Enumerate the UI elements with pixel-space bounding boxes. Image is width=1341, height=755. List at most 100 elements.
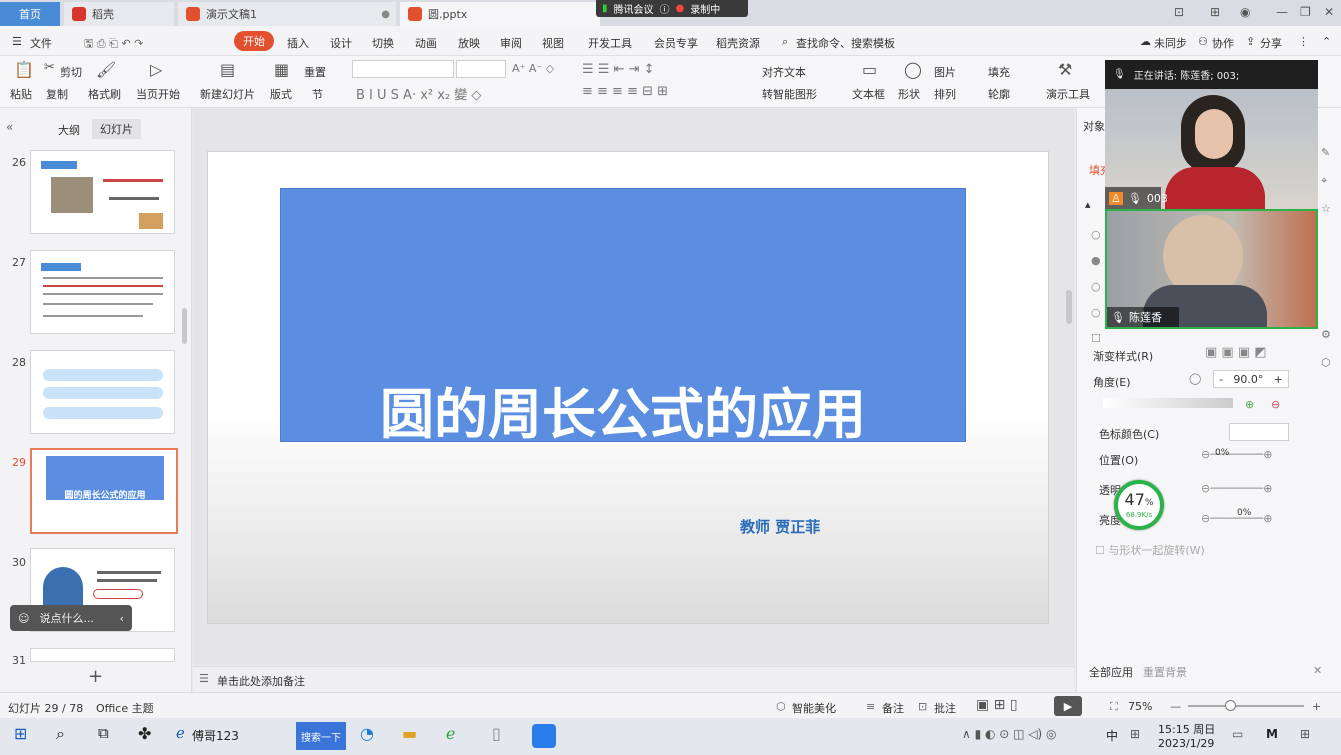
command-search[interactable]: 查找命令、搜索模板 [796,35,895,51]
notes-placeholder[interactable]: 单击此处添加备注 [217,673,305,689]
align-icons[interactable]: ≡ ≡ ≡ ≡ ⊟ ⊞ [582,84,668,99]
comment-button[interactable]: 批注 [934,700,956,716]
edge-icon[interactable]: ◔ [360,724,374,743]
file-icon[interactable]: ▯ [492,724,501,743]
menu-review[interactable]: 审阅 [500,35,522,51]
list-icons[interactable]: ☰ ☰ ⇤ ⇥ ↕ [582,62,655,77]
paste-button[interactable]: 粘贴 [10,86,32,102]
slide-teacher[interactable]: 教师 贾正菲 [740,516,820,537]
close-icon[interactable]: ● [381,9,390,20]
zoom-slider[interactable] [1188,705,1304,707]
format-painter-button[interactable]: 格式刷 [88,86,121,102]
windows-icon[interactable]: ⊞ [14,724,27,743]
task-view-icon[interactable]: ⧉ [98,724,109,742]
expand-icon[interactable]: ▴ [1085,198,1091,211]
add-stop-icon[interactable]: ⊕ [1245,398,1254,411]
comment-bubble[interactable]: ☺ 说点什么... ‹ [10,605,132,631]
slide-title[interactable]: 圆的周长公式的应用 [280,370,966,449]
new-slide-button[interactable]: 新建幻灯片 [200,86,255,102]
network-meter[interactable]: 47% 68.9K/s [1114,480,1164,530]
notification-icon[interactable]: ▭ [1232,727,1243,741]
ie-icon[interactable]: ℯ [176,724,185,742]
app-icon[interactable]: ✤ [138,724,151,743]
shape-button[interactable]: 形状 [898,86,920,102]
app-m-icon[interactable]: M [1266,727,1278,741]
fill-button[interactable]: 填充 [988,64,1010,80]
menu-file[interactable]: 文件 [30,35,52,51]
menu-view[interactable]: 视图 [542,35,564,51]
picture-button[interactable]: 图片 [934,64,956,80]
view-icons[interactable]: ▣ ⊞ ▯ [976,697,1018,713]
emoji-icon[interactable]: ☺ [18,612,29,625]
cube-icon[interactable]: ⬡ [1321,356,1331,369]
star-icon[interactable]: ☆ [1321,202,1331,215]
tab-home[interactable]: 首页 [0,2,60,26]
slide-thumbnail-31[interactable] [30,648,175,662]
more-icon[interactable]: ⋮ [1298,35,1309,48]
tray-icons[interactable]: ∧ ▮ ◐ ⊙ ◫ ◁) ◎ [962,727,1057,741]
menu-slideshow[interactable]: 放映 [458,35,480,51]
menu-member[interactable]: 会员专享 [654,35,698,51]
apply-all-button[interactable]: 全部应用 [1089,664,1133,680]
arrange-button[interactable]: 排列 [934,86,956,102]
layout-button[interactable]: 版式 [270,86,292,102]
panel-scrollbar[interactable] [182,308,187,344]
share-button[interactable]: 分享 [1260,35,1282,51]
menu-design[interactable]: 设计 [330,35,352,51]
fit-icon[interactable]: ⛶ [1110,700,1118,714]
zoom-in-icon[interactable]: + [1312,700,1321,713]
cursor-icon[interactable]: ⌖ [1321,174,1327,188]
close-icon[interactable]: ✕ [1313,664,1322,677]
tab-docer[interactable]: 稻壳 [64,2,174,26]
align-text-button[interactable]: 对齐文本 [762,64,806,80]
minimize-icon[interactable]: — [1276,5,1288,19]
meeting-bar[interactable]: ▮ 腾讯会议 ⓘ ● 录制中 [596,0,748,17]
paste-icon[interactable]: 📋 [14,60,34,79]
search-icon[interactable]: ⌕ [56,724,65,744]
zoom-level[interactable]: 75% [1128,700,1152,713]
keyboard-icon[interactable]: ⊞ [1130,727,1140,741]
notes-button[interactable]: 备注 [882,700,904,716]
browser2-icon[interactable]: ℯ [446,724,455,743]
presenter-tools-button[interactable]: 演示工具 [1046,86,1090,102]
quick-access-icons[interactable]: 🖫 ⎙ ⎗ ↶ ↷ [84,35,143,54]
cut-button[interactable]: 剪切 [60,64,82,80]
reset-background-button[interactable]: 重置背景 [1143,664,1187,680]
tab-active[interactable]: 圆.pptx [400,2,600,26]
browser-task[interactable]: 傅哥123 [192,727,239,744]
menu-transition[interactable]: 切换 [372,35,394,51]
collapse-icon[interactable]: ⌃ [1322,35,1331,48]
meeting-app-icon[interactable] [532,724,556,748]
radio-options[interactable]: ○ ● ○ ○ ☐ [1091,228,1101,345]
close-window-icon[interactable]: ✕ [1324,5,1334,19]
slide-thumbnail-27[interactable] [30,250,175,334]
copy-button[interactable]: 复制 [46,86,68,102]
layout-icon[interactable]: ⊡ [1174,5,1184,19]
menu-docer[interactable]: 稻壳资源 [716,35,760,51]
sync-status[interactable]: 未同步 [1154,35,1187,51]
angle-dial-icon[interactable]: ◯ [1189,372,1201,385]
menu-developer[interactable]: 开发工具 [588,35,632,51]
chevron-left-icon[interactable]: ‹ [120,612,124,625]
color-stop-select[interactable] [1229,423,1289,441]
slide-thumbnail-28[interactable] [30,350,175,434]
comment-input[interactable]: 说点什么... [39,610,94,626]
collapse-panel-icon[interactable]: « [6,120,13,134]
from-current-button[interactable]: 当页开始 [136,86,180,102]
menu-insert[interactable]: 插入 [287,35,309,51]
angle-stepper[interactable]: -90.0° + [1213,370,1289,388]
ime-indicator[interactable]: 中 [1106,727,1118,744]
tab-outline[interactable]: 大纲 [58,122,80,138]
slide-thumbnail-29[interactable]: 圆的周长公式的应用 [30,448,178,534]
section-button[interactable]: 节 [312,86,323,102]
menu-animation[interactable]: 动画 [415,35,437,51]
font-size-select[interactable] [456,60,506,78]
outline-button[interactable]: 轮廓 [988,86,1010,102]
info-icon[interactable]: ⓘ [660,1,670,16]
add-slide-icon[interactable]: + [88,666,103,687]
gradient-bar[interactable] [1103,398,1233,408]
avatar[interactable]: ◉ [1240,5,1250,19]
settings-icon[interactable]: ⚙ [1321,328,1331,341]
grid-icon[interactable]: ⊞ [1210,5,1220,19]
video-tile-1[interactable]: ♙ 🎙 003 [1105,89,1318,209]
